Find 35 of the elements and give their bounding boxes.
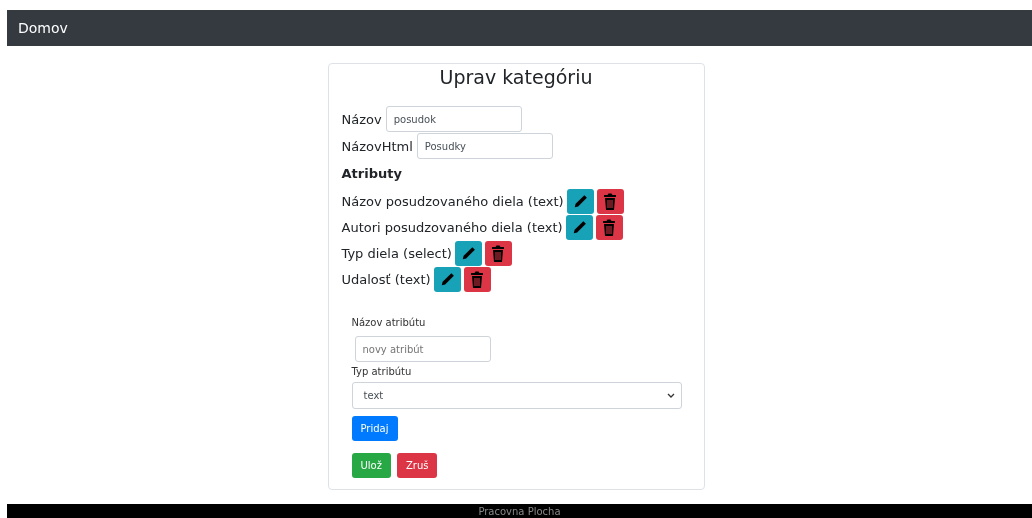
input-field[interactable]: posudok (385, 106, 522, 132)
pencil-icon (572, 194, 588, 209)
edit-button[interactable] (565, 215, 593, 240)
input-field[interactable]: novy atribút (354, 336, 491, 362)
delete-button[interactable] (596, 189, 624, 214)
pencil-icon (439, 272, 455, 287)
field-label: Typ atribútu (351, 366, 412, 377)
delete-button[interactable] (463, 267, 491, 292)
attribute-label: Udalosť (text) (341, 272, 431, 287)
pencil-icon (460, 246, 476, 261)
field-label: NázovHtml (341, 138, 413, 154)
trash-icon (603, 193, 618, 210)
input-field[interactable]: Posudky (416, 133, 553, 159)
attribute-label: Názov posudzovaného diela (text) (341, 194, 564, 209)
type-select[interactable]: text (351, 382, 682, 409)
home-link[interactable]: Domov (18, 20, 68, 36)
cancel-button[interactable]: Zruš (396, 453, 438, 478)
delete-button[interactable] (595, 215, 623, 240)
field-label: Názov atribútu (351, 317, 426, 328)
attribute-label: Typ diela (select) (341, 246, 452, 261)
footer-text: Pracovna Plocha (478, 505, 561, 517)
chevron-down-icon (666, 392, 675, 399)
edit-button[interactable] (454, 241, 482, 266)
delete-button[interactable] (484, 241, 512, 266)
trash-icon (470, 271, 485, 288)
add-button[interactable]: Pridaj (351, 416, 398, 441)
field-label: Názov (341, 111, 382, 127)
trash-icon (602, 219, 617, 236)
pencil-icon (571, 220, 587, 235)
trash-icon (491, 245, 506, 262)
attribute-label: Autori posudzovaného diela (text) (341, 220, 563, 235)
attributes-heading: Atributy (341, 166, 403, 181)
form-title: Uprav kategóriu (438, 65, 594, 90)
edit-button[interactable] (433, 267, 461, 292)
edit-button[interactable] (566, 189, 594, 214)
